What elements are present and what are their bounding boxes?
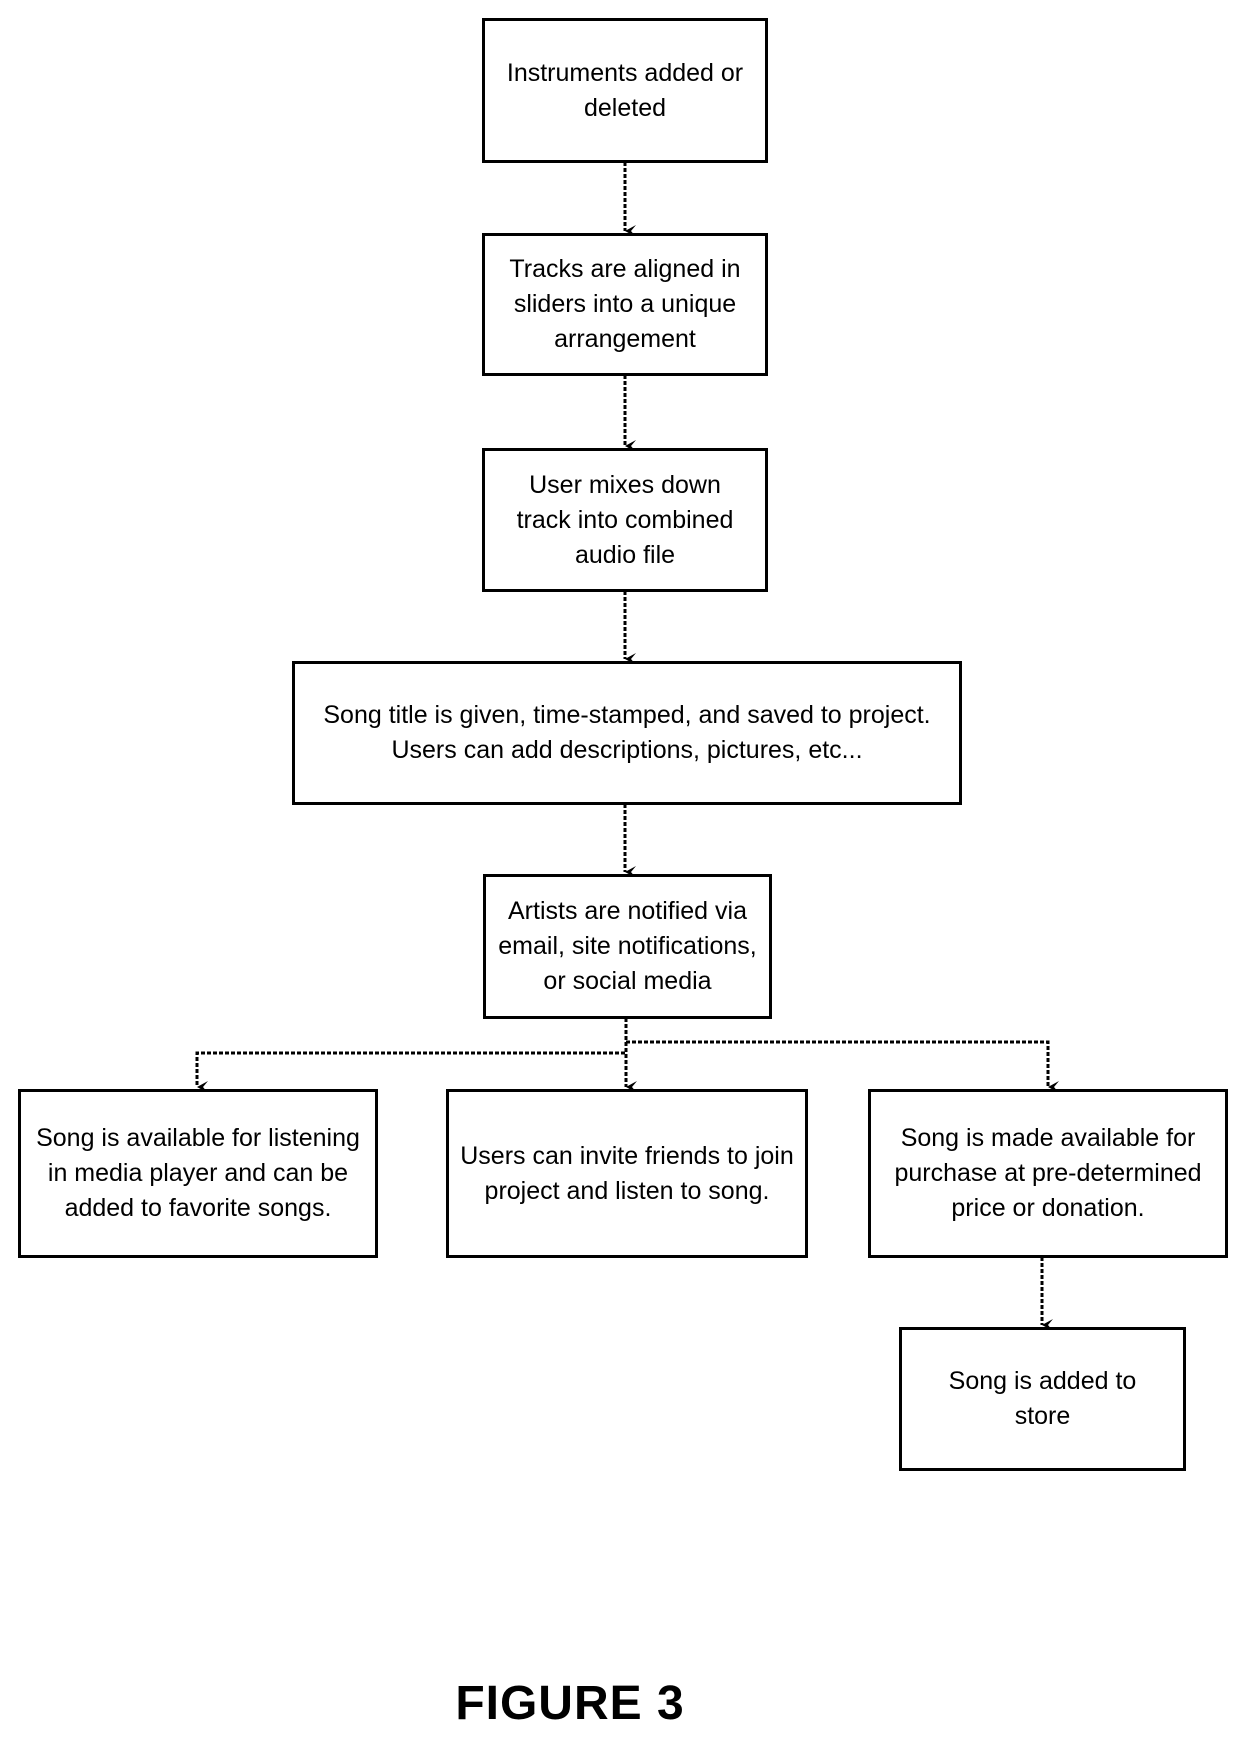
- node-invite-text: Users can invite friends to join project…: [460, 1141, 794, 1205]
- node-store: Song is added to store: [899, 1327, 1186, 1471]
- node-invite: Users can invite friends to join project…: [446, 1089, 808, 1258]
- node-instruments-text: Instruments added or deleted: [506, 58, 744, 122]
- node-notify-text: Artists are notified via email, site not…: [498, 897, 757, 995]
- edge-notify-purchase: [626, 1040, 1059, 1093]
- node-store-text: Song is added to store: [948, 1367, 1137, 1430]
- node-mixdown-text: User mixes down track into combined audi…: [516, 470, 734, 569]
- node-tracks: Tracks are aligned in sliders into a uni…: [482, 233, 768, 376]
- node-notify: Artists are notified via email, site not…: [483, 874, 772, 1019]
- node-purchase-text: Song is made available for purchase at p…: [894, 1124, 1202, 1222]
- node-title-text: Song title is given, time-stamped, and s…: [323, 701, 931, 764]
- node-purchase: Song is made available for purchase at p…: [868, 1089, 1228, 1258]
- node-title: Song title is given, time-stamped, and s…: [292, 661, 962, 805]
- figure-label: FIGURE 3: [455, 1677, 685, 1730]
- node-instruments: Instruments added or deleted: [482, 18, 768, 163]
- node-mixdown: User mixes down track into combined audi…: [482, 448, 768, 592]
- node-tracks-text: Tracks are aligned in sliders into a uni…: [509, 255, 741, 353]
- node-listen: Song is available for listening in media…: [18, 1089, 378, 1258]
- edge-notify-listen: [195, 1018, 628, 1093]
- node-listen-text: Song is available for listening in media…: [36, 1124, 360, 1222]
